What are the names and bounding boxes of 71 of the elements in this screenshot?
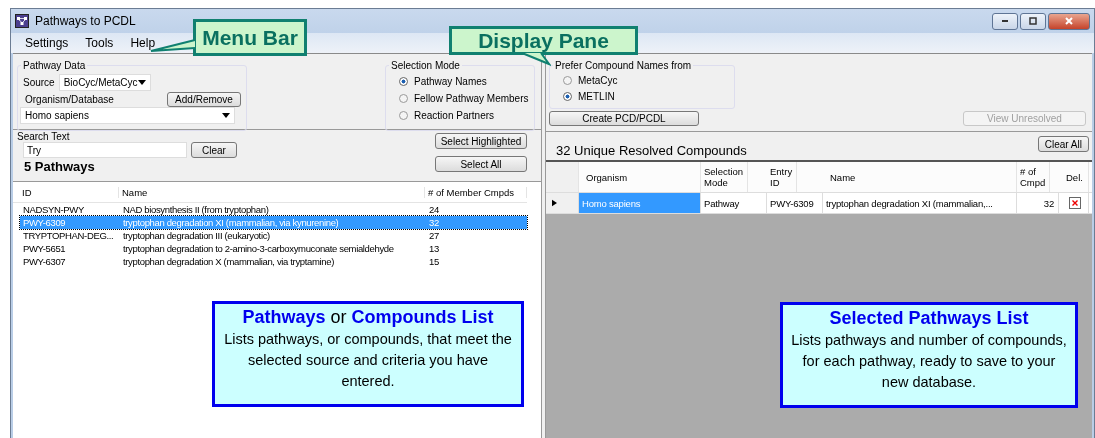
table-cell-text: 32 bbox=[428, 217, 440, 228]
menu-item[interactable]: Help bbox=[130, 36, 156, 50]
group-label: Selection Mode bbox=[389, 60, 462, 72]
table-cell-text: NAD biosynthesis II (from tryptophan) bbox=[122, 204, 270, 215]
callout-label: Menu Bar bbox=[193, 19, 307, 56]
table-cell-text: 15 bbox=[428, 256, 440, 267]
delete-icon[interactable] bbox=[1069, 197, 1081, 209]
radio-option[interactable]: Fellow Pathway Members bbox=[391, 90, 529, 107]
table-cell: PWY-6309 bbox=[767, 193, 823, 213]
callout-pointer bbox=[521, 52, 551, 66]
table-row[interactable]: PWY-6307 tryptophan degradation X (mammalian, via tryptamine) 15 bbox=[20, 255, 527, 268]
table-cell: Homo sapiens bbox=[579, 193, 701, 213]
search-field[interactable]: Try bbox=[23, 142, 187, 158]
maximize-button[interactable] bbox=[1020, 12, 1046, 30]
column-header[interactable]: ID bbox=[19, 186, 119, 198]
table-cell-text: PWY-5651 bbox=[22, 243, 67, 254]
radio-option[interactable]: METLIN bbox=[555, 88, 729, 104]
table-cell-text: TRYPTOPHAN-DEG... bbox=[22, 230, 115, 241]
source-dropdown[interactable]: BioCyc/MetaCyc bbox=[58, 73, 151, 91]
annotation-text: Lists pathways and number of compounds, for each pathway, ready to save to your new database. bbox=[790, 331, 1068, 392]
table-cell-text: 24 bbox=[428, 204, 440, 215]
pathway-count: 5 Pathways bbox=[23, 159, 96, 174]
resolved-heading: 32 Unique Resolved Compounds bbox=[556, 143, 747, 158]
column-header[interactable]: # of Member Cmpds bbox=[425, 186, 527, 198]
table-cell: Pathway bbox=[701, 193, 767, 213]
table-cell-text: tryptophan degradation X (mammalian, via tryptamine) bbox=[122, 256, 335, 267]
clear-button[interactable]: Clear bbox=[191, 142, 237, 158]
radio-option[interactable]: MetaCyc bbox=[555, 73, 729, 89]
organism-label: Organism/Database bbox=[25, 93, 114, 105]
select-button[interactable]: Select All bbox=[435, 156, 527, 172]
close-button[interactable] bbox=[1048, 12, 1090, 30]
create-button[interactable]: Create PCD/PCDL bbox=[549, 111, 699, 126]
menu-item[interactable]: Settings bbox=[25, 36, 69, 50]
table-cell: tryptophan degradation XI (mammalian,... bbox=[823, 193, 1017, 213]
table-cell: 32 bbox=[1017, 193, 1059, 213]
organism-dropdown[interactable]: Homo sapiens bbox=[20, 107, 235, 124]
table-cell-text: tryptophan degradation to 2-amino-3-carboxymuconate semialdehyde bbox=[122, 243, 395, 254]
table-row[interactable]: NADSYN-PWY NAD biosynthesis II (from tryptophan) 24 bbox=[20, 203, 527, 216]
group-label: Prefer Compound Names from bbox=[553, 60, 694, 72]
app-icon bbox=[15, 14, 29, 28]
minimize-button[interactable] bbox=[992, 12, 1018, 30]
clear-all-button[interactable]: Clear All bbox=[1037, 136, 1089, 152]
caret-icon bbox=[222, 113, 230, 118]
annotation-title: Selected Pathways List bbox=[829, 308, 1029, 329]
table-row[interactable]: PWY-5651 tryptophan degradation to 2-amino-3-carboxymuconate semialdehyde 13 bbox=[20, 242, 527, 255]
select-button[interactable]: Select Highlighted bbox=[435, 133, 527, 149]
group-label: Pathway Data bbox=[21, 60, 88, 72]
table-cell-text: PWY-6307 bbox=[22, 256, 67, 267]
table-cell-text: PWY-6309 bbox=[22, 217, 67, 228]
row-pointer-icon bbox=[552, 199, 557, 207]
search-label: Search Text bbox=[17, 131, 71, 142]
annotation-title: Pathways or Compounds List bbox=[242, 307, 494, 328]
column-header[interactable]: Name bbox=[119, 186, 425, 198]
maximize-icon bbox=[1028, 16, 1038, 26]
add-remove-button[interactable]: Add/Remove bbox=[167, 91, 241, 107]
table-cell-text: 27 bbox=[428, 230, 440, 241]
source-label: Source bbox=[23, 76, 55, 88]
close-icon bbox=[1064, 16, 1074, 26]
menu-item[interactable]: Tools bbox=[85, 36, 114, 50]
table-cell-text: 13 bbox=[428, 243, 440, 254]
window-title: Pathways to PCDL bbox=[35, 14, 136, 28]
radio-option[interactable]: Reaction Partners bbox=[391, 107, 529, 124]
minimize-icon bbox=[1000, 19, 1010, 23]
radio-option[interactable]: Pathway Names bbox=[391, 73, 529, 90]
table-cell-text: tryptophan degradation XI (mammalian, via kynurenine) bbox=[122, 217, 340, 228]
annotation-text: Lists pathways, or compounds, that meet the selected source and criteria you have entered. bbox=[223, 330, 513, 391]
caret-icon bbox=[137, 79, 146, 85]
row-header-cell[interactable] bbox=[546, 193, 579, 213]
table-row[interactable]: TRYPTOPHAN-DEG... tryptophan degradation III (eukaryotic) 27 bbox=[20, 229, 527, 242]
table-cell-text: NADSYN-PWY bbox=[22, 204, 85, 215]
table-cell-text: tryptophan degradation III (eukaryotic) bbox=[122, 230, 271, 241]
